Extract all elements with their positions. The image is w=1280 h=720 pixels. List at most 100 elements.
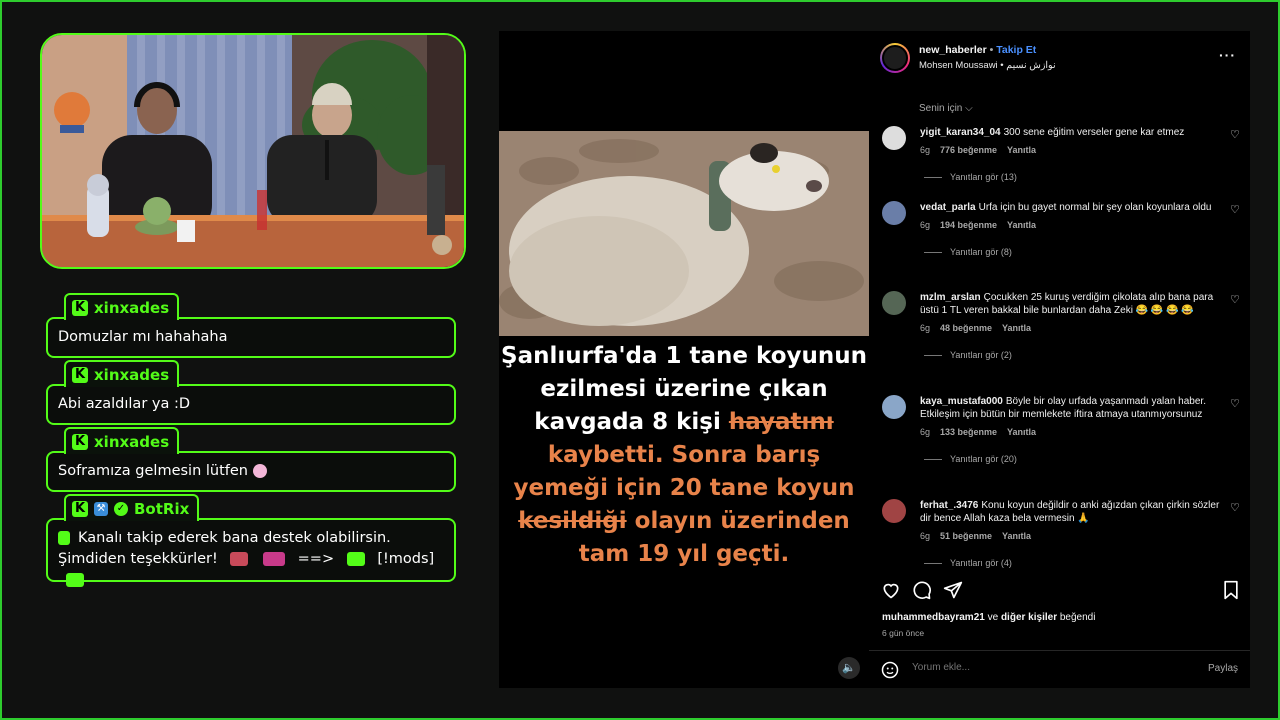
emoji-icon[interactable] [881, 661, 899, 679]
chat-message-text: Kanalı takip ederek bana destek olabilir… [58, 530, 391, 568]
comment-like-count[interactable]: 194 beğenme [940, 220, 997, 230]
comment-body: 300 sene eğitim verseler gene kar etmez [1003, 127, 1185, 138]
post-actions [869, 576, 1250, 606]
comment-avatar[interactable] [882, 126, 906, 150]
comment-reply-button[interactable]: Yanıtla [1002, 531, 1031, 541]
view-replies-label: Yanıtları gör (4) [950, 558, 1012, 568]
comment-age: 6g [920, 145, 931, 155]
audio-credit[interactable]: Mohsen Moussawi • نوازش نسیم [919, 60, 1056, 71]
comment-reply-button[interactable]: Yanıtla [1007, 427, 1036, 437]
post-header: new_haberler • Takip Et Mohsen Moussawi … [869, 31, 1250, 87]
chat-message-bubble: Soframıza gelmesin lütfen [46, 451, 456, 493]
comment-avatar[interactable] [882, 499, 906, 523]
comment-reply-button[interactable]: Yanıtla [1007, 220, 1036, 230]
view-replies-label: Yanıtları gör (2) [950, 350, 1012, 360]
comment-username[interactable]: kaya_mustafa000 [920, 396, 1003, 407]
chat-mods-text: [!mods] [377, 551, 435, 568]
follow-button[interactable]: Takip Et [996, 44, 1036, 56]
comment-body: Urfa için bu gayet normal bir şey olan k… [978, 202, 1212, 213]
comment-username[interactable]: yigit_karan34_04 [920, 127, 1001, 138]
comment-avatar[interactable] [882, 291, 906, 315]
comment-age: 6g [920, 220, 931, 230]
sheep-photo [499, 131, 869, 336]
comment-avatar[interactable] [882, 395, 906, 419]
comment-avatar[interactable] [882, 201, 906, 225]
comment-like-heart-icon[interactable]: ♡ [1230, 203, 1240, 216]
view-replies-button[interactable]: Yanıtları gör (13) [924, 172, 1017, 182]
save-bookmark-icon[interactable] [1222, 580, 1240, 600]
liked-by-connector: ve [987, 612, 999, 623]
caption-orange-text: kaybetti. Sonra barış yemeği için 20 tan… [513, 442, 855, 501]
chat-message-text: Soframıza gelmesin lütfen [58, 463, 248, 479]
chat-username-tag[interactable]: K xinxades [64, 360, 180, 387]
moderator-badge-icon: ⚒ [94, 501, 108, 516]
chat-username-tag[interactable]: K xinxades [64, 293, 180, 320]
chat-username-tag[interactable]: K ⚒ ✓ BotRix [64, 494, 200, 521]
sound-toggle-icon[interactable]: 🔈 [838, 657, 860, 679]
webcam-feed [40, 33, 466, 269]
view-replies-button[interactable]: Yanıtları gör (4) [924, 558, 1012, 568]
comment-bubble-icon[interactable] [912, 580, 932, 600]
chat-username: xinxades [94, 298, 170, 317]
caption-strike-text: hayatını [728, 409, 834, 435]
comment-like-count[interactable]: 133 beğenme [940, 427, 997, 437]
comment-like-heart-icon[interactable]: ♡ [1230, 397, 1240, 410]
post-author: new_haberler • Takip Et [919, 44, 1037, 56]
comment-age: 6g [920, 531, 931, 541]
liked-by-others[interactable]: diğer kişiler [1001, 612, 1057, 623]
comment-age: 6g [920, 323, 931, 333]
comment-like-count[interactable]: 776 beğenme [940, 145, 997, 155]
comment-reply-button[interactable]: Yanıtla [1007, 145, 1036, 155]
emote-icon [252, 464, 267, 478]
comment-like-heart-icon[interactable]: ♡ [1230, 293, 1240, 306]
comment-like-count[interactable]: 48 beğenme [940, 323, 992, 333]
comment-username[interactable]: ferhat_.3476 [920, 500, 978, 511]
view-replies-label: Yanıtları gör (8) [950, 247, 1012, 257]
author-username[interactable]: new_haberler [919, 44, 987, 56]
kick-badge-icon: K [72, 433, 88, 450]
account-avatar[interactable] [880, 43, 910, 73]
comment-username[interactable]: mzlm_arslan [920, 292, 981, 303]
chat-message-text: Domuzlar mı hahahaha [46, 317, 456, 359]
post-time: 6 gün önce [882, 628, 925, 638]
comment-text: kaya_mustafa000 Böyle bir olay urfada yaş… [920, 395, 1220, 421]
share-send-icon[interactable] [943, 580, 963, 600]
view-replies-button[interactable]: Yanıtları gör (8) [924, 247, 1012, 257]
comment-meta: 6g 51 beğenme Yanıtla [920, 531, 1031, 541]
instagram-comments-panel: new_haberler • Takip Et Mohsen Moussawi … [869, 31, 1250, 688]
comment-reply-button[interactable]: Yanıtla [1002, 323, 1031, 333]
comment-meta: 6g 133 beğenme Yanıtla [920, 427, 1036, 437]
comment-text: mzlm_arslan Çocukken 25 kuruş verdiğim çi… [920, 291, 1220, 317]
post-media[interactable]: Şanlıurfa'da 1 tane koyunun ezilmesi üze… [499, 31, 869, 688]
chat-username: BotRix [134, 499, 190, 518]
comment-username[interactable]: vedat_parla [920, 202, 976, 213]
stream-canvas: K xinxades Domuzlar mı hahahaha K xinxad… [0, 0, 1280, 720]
like-heart-icon[interactable] [881, 580, 901, 600]
emote-icon [263, 552, 286, 567]
post-comment-button[interactable]: Paylaş [1208, 663, 1238, 674]
comment-input[interactable] [912, 662, 1162, 673]
verified-badge-icon: ✓ [114, 501, 128, 516]
comment-like-count[interactable]: 51 beğenme [940, 531, 992, 541]
comment-text: vedat_parla Urfa için bu gayet normal bir… [920, 201, 1220, 214]
caption-strike-text: kesildiği [518, 508, 627, 534]
chat-message-text: Abi azaldılar ya :D [46, 384, 456, 426]
chat-username-tag[interactable]: K xinxades [64, 427, 180, 454]
emote-icon [58, 531, 70, 545]
emote-icon [66, 573, 84, 588]
comment-text: yigit_karan34_04 300 sene eğitim verseler… [920, 126, 1220, 139]
liked-by-user[interactable]: muhammedbayram21 [882, 612, 985, 623]
comment-text: ferhat_.3476 Konu koyun değildir o anki a… [920, 499, 1220, 525]
comment-like-heart-icon[interactable]: ♡ [1230, 128, 1240, 141]
liked-by-line: muhammedbayram21 ve diğer kişiler beğend… [882, 612, 1095, 623]
post-caption: Şanlıurfa'da 1 tane koyunun ezilmesi üze… [499, 336, 869, 574]
comment-sort-dropdown[interactable]: Senin için ⌵ [919, 103, 973, 114]
chat-username: xinxades [94, 365, 170, 384]
view-replies-button[interactable]: Yanıtları gör (20) [924, 454, 1017, 464]
chat-arrow-text: ==> [297, 551, 335, 568]
comment-like-heart-icon[interactable]: ♡ [1230, 501, 1240, 514]
more-options-icon[interactable]: ··· [1219, 47, 1236, 63]
view-replies-button[interactable]: Yanıtları gör (2) [924, 350, 1012, 360]
comment-composer: Paylaş [869, 650, 1250, 688]
kick-badge-icon: K [72, 366, 88, 383]
